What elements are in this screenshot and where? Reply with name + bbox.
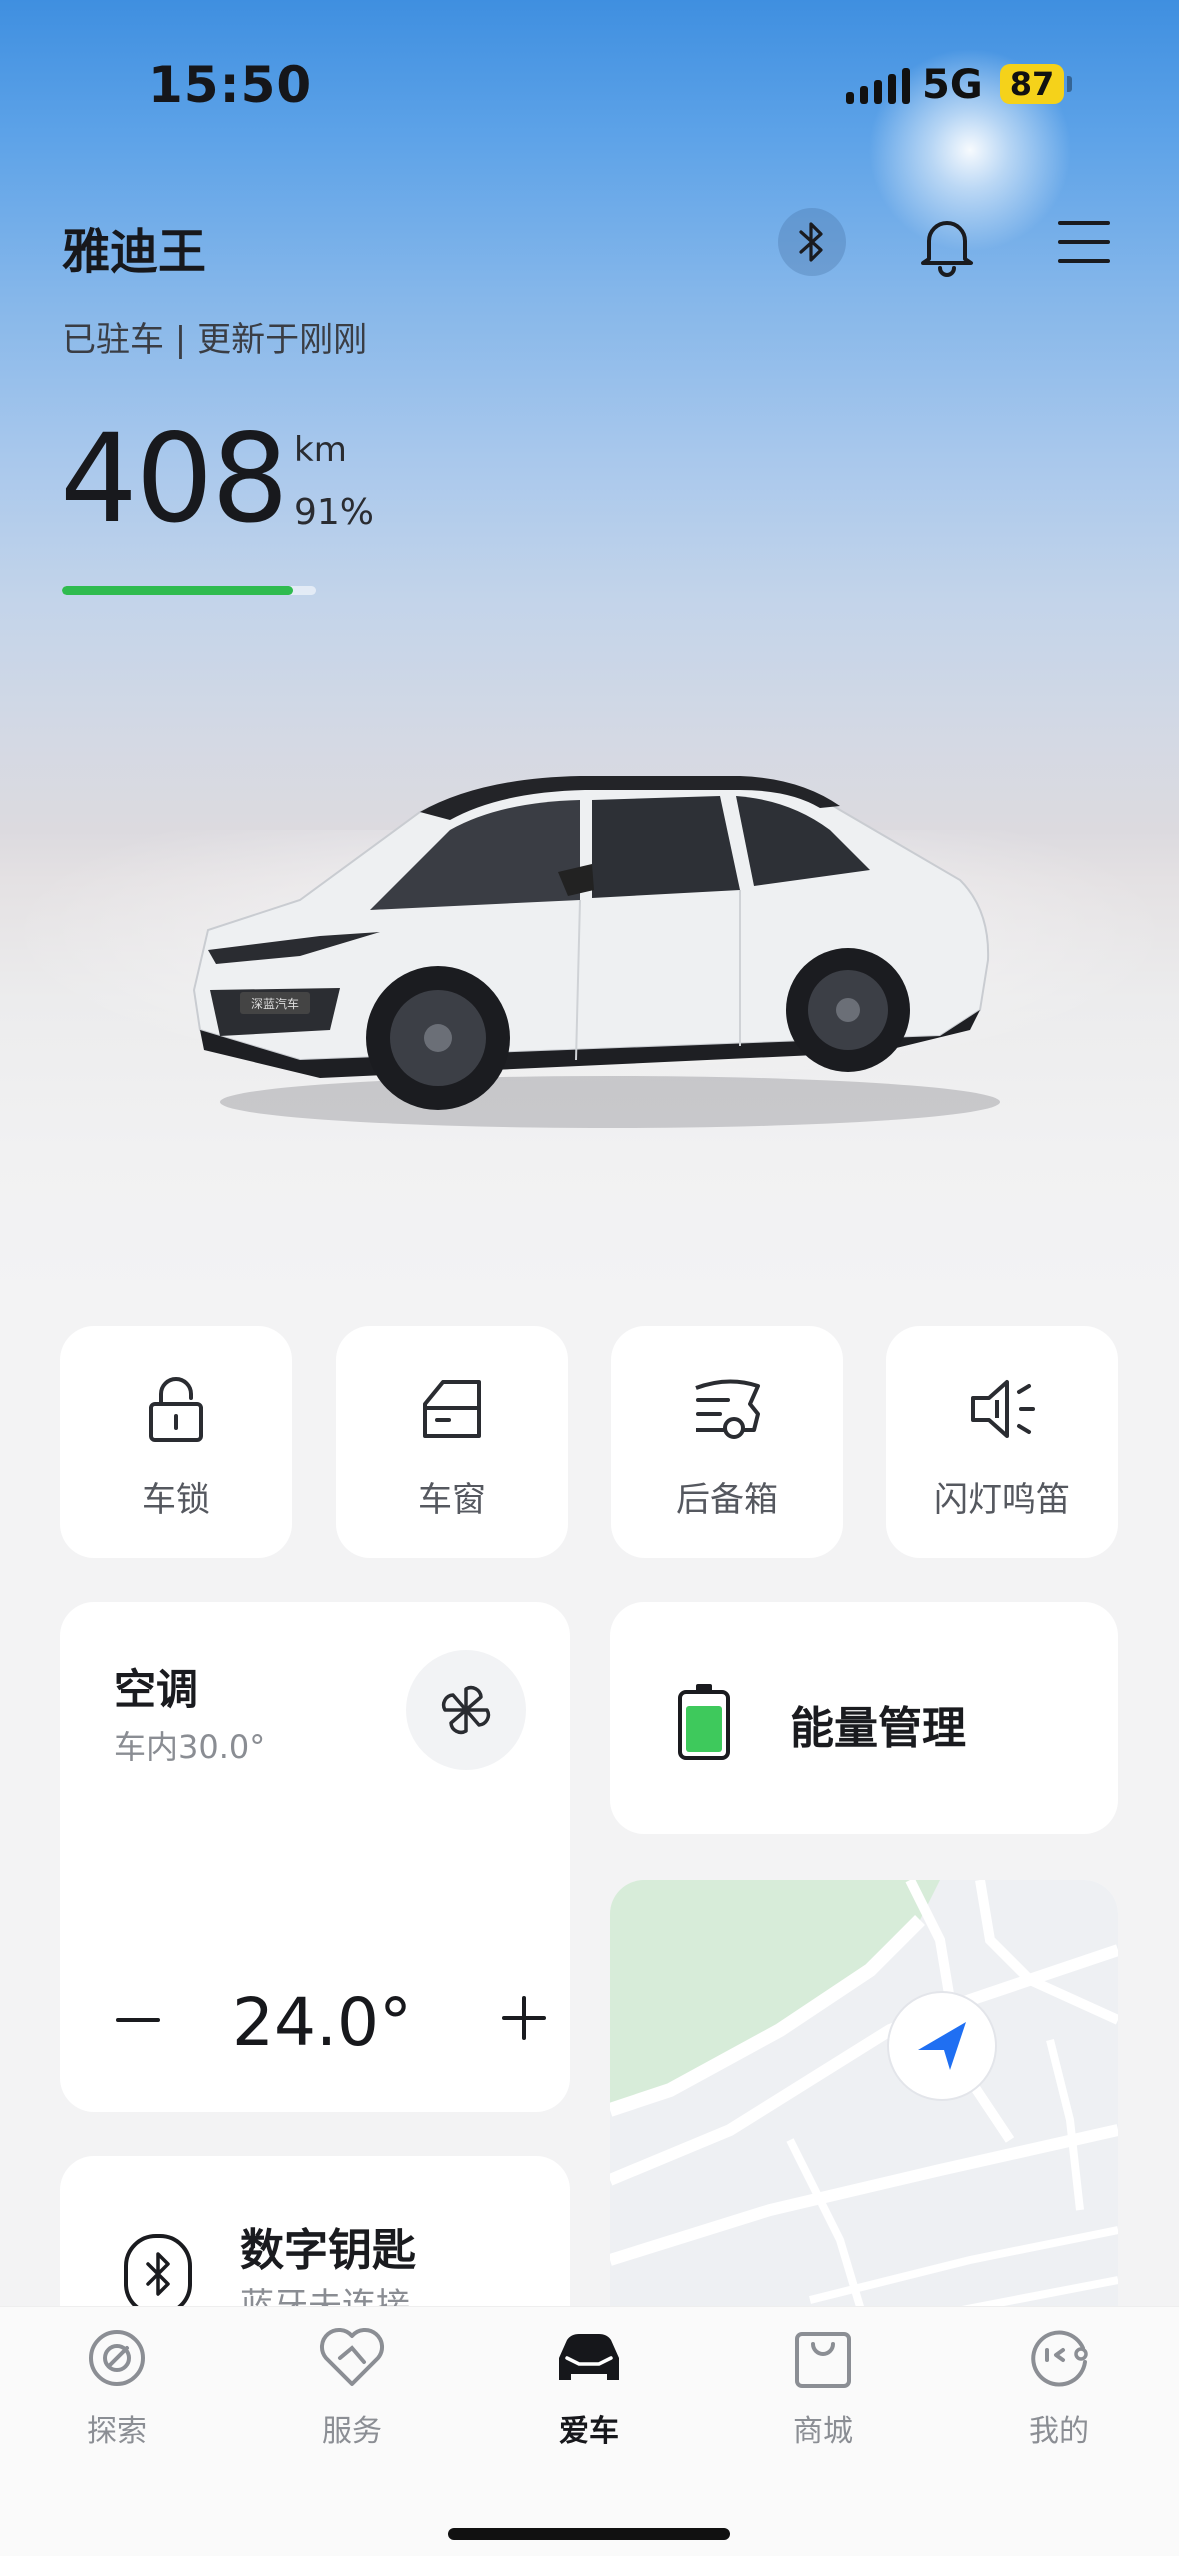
quick-action-trunk[interactable]: 后备箱 xyxy=(611,1326,843,1558)
explore-icon xyxy=(89,2330,145,2386)
status-time: 15:50 xyxy=(148,56,313,114)
battery-icon xyxy=(678,1684,730,1760)
tab-label: 服务 xyxy=(322,2414,382,2449)
car-name[interactable]: 雅迪王 xyxy=(62,212,206,282)
range-value: 408 xyxy=(60,408,289,550)
menu-icon xyxy=(1058,221,1110,263)
tab-shop[interactable]: 商城 xyxy=(748,2322,898,2450)
car-badge: 深蓝汽车 xyxy=(251,996,299,1011)
quick-action-label: 车锁 xyxy=(142,1480,210,1520)
car-image[interactable]: 深蓝汽车 xyxy=(180,760,1020,1140)
range-unit: km xyxy=(294,430,347,470)
shop-bag-icon xyxy=(795,2332,851,2388)
climate-power-button[interactable] xyxy=(406,1650,526,1770)
tab-label: 爱车 xyxy=(559,2414,619,2449)
bluetooth-icon xyxy=(799,222,823,262)
fan-icon xyxy=(441,1685,491,1735)
bluetooth-button[interactable] xyxy=(778,208,846,276)
set-temperature: 24.0° xyxy=(232,1984,412,2061)
bell-icon xyxy=(921,221,973,277)
tab-explore[interactable]: 探索 xyxy=(42,2322,192,2450)
range-progress-bar xyxy=(62,586,316,595)
tab-label: 探索 xyxy=(87,2414,147,2449)
home-indicator xyxy=(448,2528,730,2540)
tab-label: 我的 xyxy=(1029,2414,1089,2449)
lock-icon xyxy=(149,1377,203,1442)
temp-decrease-button[interactable] xyxy=(110,1992,166,2048)
car-window-icon xyxy=(423,1380,481,1438)
quick-action-flash-horn[interactable]: 闪灯鸣笛 xyxy=(886,1326,1118,1558)
battery-tip xyxy=(1067,76,1072,92)
tab-service[interactable]: 服务 xyxy=(277,2322,427,2450)
quick-action-label: 车窗 xyxy=(418,1480,486,1520)
service-icon xyxy=(320,2328,384,2386)
profile-icon xyxy=(1031,2330,1088,2387)
plus-icon xyxy=(502,1996,546,2040)
cabin-temperature: 车内30.0° xyxy=(114,1728,266,1766)
vehicle-location-map[interactable] xyxy=(610,1880,1118,2380)
tab-profile[interactable]: 我的 xyxy=(984,2322,1134,2450)
notification-button[interactable] xyxy=(912,210,982,280)
temp-increase-button[interactable] xyxy=(496,1990,552,2046)
car-status: 已驻车 | 更新于刚刚 xyxy=(62,320,368,360)
battery-level: 87 xyxy=(1000,64,1064,104)
tab-my-car[interactable]: 爱车 xyxy=(514,2322,664,2450)
climate-card[interactable]: 空调 车内30.0° 24.0° xyxy=(60,1602,570,2112)
network-type: 5G xyxy=(922,62,983,108)
climate-title: 空调 xyxy=(114,1665,199,1714)
range-progress-fill xyxy=(62,586,294,595)
menu-button[interactable] xyxy=(1052,210,1116,274)
battery-percent: 91% xyxy=(294,492,375,533)
quick-action-label: 闪灯鸣笛 xyxy=(934,1480,1070,1520)
energy-management-card[interactable]: 能量管理 xyxy=(610,1602,1118,1834)
quick-action-window[interactable]: 车窗 xyxy=(336,1326,568,1558)
quick-action-lock[interactable]: 车锁 xyxy=(60,1326,292,1558)
minus-icon xyxy=(116,2018,160,2022)
digital-key-title: 数字钥匙 xyxy=(240,2225,416,2276)
quick-action-label: 后备箱 xyxy=(676,1480,778,1520)
signal-icon xyxy=(846,68,910,104)
tab-label: 商城 xyxy=(793,2414,853,2449)
trunk-icon xyxy=(695,1379,760,1439)
car-icon xyxy=(559,2334,619,2380)
horn-light-icon xyxy=(971,1380,1035,1438)
energy-management-label: 能量管理 xyxy=(790,1703,966,1754)
